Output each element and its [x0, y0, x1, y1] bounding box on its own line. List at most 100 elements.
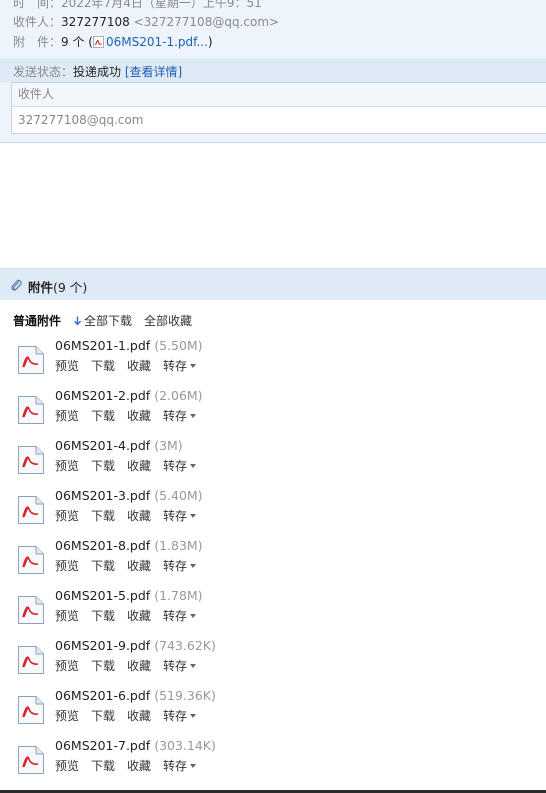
save-to-label: 转存 [163, 359, 188, 373]
download-button[interactable]: 下载 [91, 609, 115, 623]
preview-button[interactable]: 预览 [55, 609, 79, 623]
save-to-label: 转存 [163, 709, 188, 723]
attachment-name[interactable]: 06MS201-7.pdf [55, 738, 150, 753]
attachment-size: (2.06M) [154, 388, 203, 403]
pdf-file-icon[interactable] [15, 644, 47, 676]
attachment-name[interactable]: 06MS201-8.pdf [55, 538, 150, 553]
preview-button[interactable]: 预览 [55, 359, 79, 373]
collect-all-button[interactable]: 全部收藏 [144, 314, 192, 328]
download-button[interactable]: 下载 [91, 409, 115, 423]
collect-button[interactable]: 收藏 [127, 609, 151, 623]
preview-button[interactable]: 预览 [55, 409, 79, 423]
pdf-file-icon[interactable] [15, 544, 47, 576]
download-button[interactable]: 下载 [91, 659, 115, 673]
recipient-email[interactable]: <327277108@qq.com> [134, 15, 280, 29]
attachment-name-line: 06MS201-1.pdf (5.50M) [55, 338, 203, 353]
attachment-name-line: 06MS201-6.pdf (519.36K) [55, 688, 216, 703]
recipient-label: 收件人： [13, 15, 62, 29]
download-button[interactable]: 下载 [91, 459, 115, 473]
download-all-button[interactable]: 全部下载 [73, 314, 132, 328]
download-button[interactable]: 下载 [91, 509, 115, 523]
collect-button[interactable]: 收藏 [127, 709, 151, 723]
attachment-ops: 预览 下载 收藏 转存 [55, 707, 208, 724]
view-details-link[interactable]: [查看详情] [125, 65, 182, 79]
attachment-name[interactable]: 06MS201-2.pdf [55, 388, 150, 403]
attachment-first-link[interactable]: 06MS201-1.pdf... [92, 35, 208, 49]
save-to-button[interactable]: 转存 [163, 409, 197, 423]
chevron-down-icon [190, 364, 197, 368]
save-to-button[interactable]: 转存 [163, 559, 197, 573]
attachment-item: 06MS201-4.pdf (3M) 预览 下载 收藏 转存 [13, 437, 533, 483]
download-button[interactable]: 下载 [91, 359, 115, 373]
attachment-size: (3M) [154, 438, 183, 453]
attachment-ops: 预览 下载 收藏 转存 [55, 507, 208, 524]
save-to-button[interactable]: 转存 [163, 759, 197, 773]
collect-button[interactable]: 收藏 [127, 359, 151, 373]
attachment-size: (1.78M) [154, 588, 203, 603]
normal-attachments-label: 普通附件 [13, 314, 62, 328]
chevron-down-icon [190, 614, 197, 618]
attachment-name[interactable]: 06MS201-4.pdf [55, 438, 150, 453]
pdf-file-icon[interactable] [15, 744, 47, 776]
pdf-small-icon [92, 36, 104, 48]
collect-button[interactable]: 收藏 [127, 759, 151, 773]
attachment-name[interactable]: 06MS201-9.pdf [55, 638, 150, 653]
collect-button[interactable]: 收藏 [127, 559, 151, 573]
chevron-down-icon [190, 564, 197, 568]
delivery-status: 发送状态：投递成功 [查看详情] [13, 63, 182, 80]
attachment-name[interactable]: 06MS201-3.pdf [55, 488, 150, 503]
pdf-file-icon[interactable] [15, 594, 47, 626]
chevron-down-icon [190, 714, 197, 718]
preview-button[interactable]: 预览 [55, 759, 79, 773]
recipient-name[interactable]: 327277108 [61, 15, 130, 29]
recipient-table-row: 327277108@qq.com [18, 113, 144, 127]
save-to-label: 转存 [163, 459, 188, 473]
save-to-label: 转存 [163, 659, 188, 673]
attachment-name-line: 06MS201-5.pdf (1.78M) [55, 588, 203, 603]
save-to-button[interactable]: 转存 [163, 509, 197, 523]
pdf-file-icon[interactable] [15, 444, 47, 476]
attachment-actions: 普通附件 全部下载 全部收藏 [13, 312, 204, 329]
attachment-item: 06MS201-9.pdf (743.62K) 预览 下载 收藏 转存 [13, 637, 533, 683]
preview-button[interactable]: 预览 [55, 559, 79, 573]
attachment-name[interactable]: 06MS201-5.pdf [55, 588, 150, 603]
collect-button[interactable]: 收藏 [127, 409, 151, 423]
save-to-button[interactable]: 转存 [163, 659, 197, 673]
attachment-item: 06MS201-2.pdf (2.06M) 预览 下载 收藏 转存 [13, 387, 533, 433]
attachment-size: (5.40M) [154, 488, 203, 503]
recipient-table-header: 收件人 [12, 83, 546, 107]
save-to-button[interactable]: 转存 [163, 459, 197, 473]
attachment-name-line: 06MS201-7.pdf (303.14K) [55, 738, 216, 753]
preview-button[interactable]: 预览 [55, 509, 79, 523]
attachment-item: 06MS201-8.pdf (1.83M) 预览 下载 收藏 转存 [13, 537, 533, 583]
pdf-file-icon[interactable] [15, 394, 47, 426]
collect-button[interactable]: 收藏 [127, 509, 151, 523]
collect-button[interactable]: 收藏 [127, 459, 151, 473]
save-to-label: 转存 [163, 609, 188, 623]
download-button[interactable]: 下载 [91, 559, 115, 573]
save-to-button[interactable]: 转存 [163, 709, 197, 723]
preview-button[interactable]: 预览 [55, 659, 79, 673]
chevron-down-icon [190, 514, 197, 518]
save-to-button[interactable]: 转存 [163, 359, 197, 373]
preview-button[interactable]: 预览 [55, 459, 79, 473]
pdf-file-icon[interactable] [15, 344, 47, 376]
download-button[interactable]: 下载 [91, 759, 115, 773]
attachments-count: (9 个) [53, 280, 88, 295]
chevron-down-icon [190, 664, 197, 668]
attachment-ops: 预览 下载 收藏 转存 [55, 357, 208, 374]
pdf-file-icon[interactable] [15, 494, 47, 526]
attachment-name[interactable]: 06MS201-1.pdf [55, 338, 150, 353]
attachment-name[interactable]: 06MS201-6.pdf [55, 688, 150, 703]
save-to-button[interactable]: 转存 [163, 609, 197, 623]
collect-button[interactable]: 收藏 [127, 659, 151, 673]
attachment-item: 06MS201-3.pdf (5.40M) 预览 下载 收藏 转存 [13, 487, 533, 533]
time-value: 2022年7月4日（星期一）上午9：51 [61, 0, 262, 10]
pdf-file-icon[interactable] [15, 694, 47, 726]
chevron-down-icon [190, 764, 197, 768]
delivery-status-bar: 发送状态：投递成功 [查看详情] [0, 58, 546, 82]
preview-button[interactable]: 预览 [55, 709, 79, 723]
attachments-header: 附件(9 个) [0, 268, 546, 300]
download-button[interactable]: 下载 [91, 709, 115, 723]
attachment-name-line: 06MS201-8.pdf (1.83M) [55, 538, 203, 553]
